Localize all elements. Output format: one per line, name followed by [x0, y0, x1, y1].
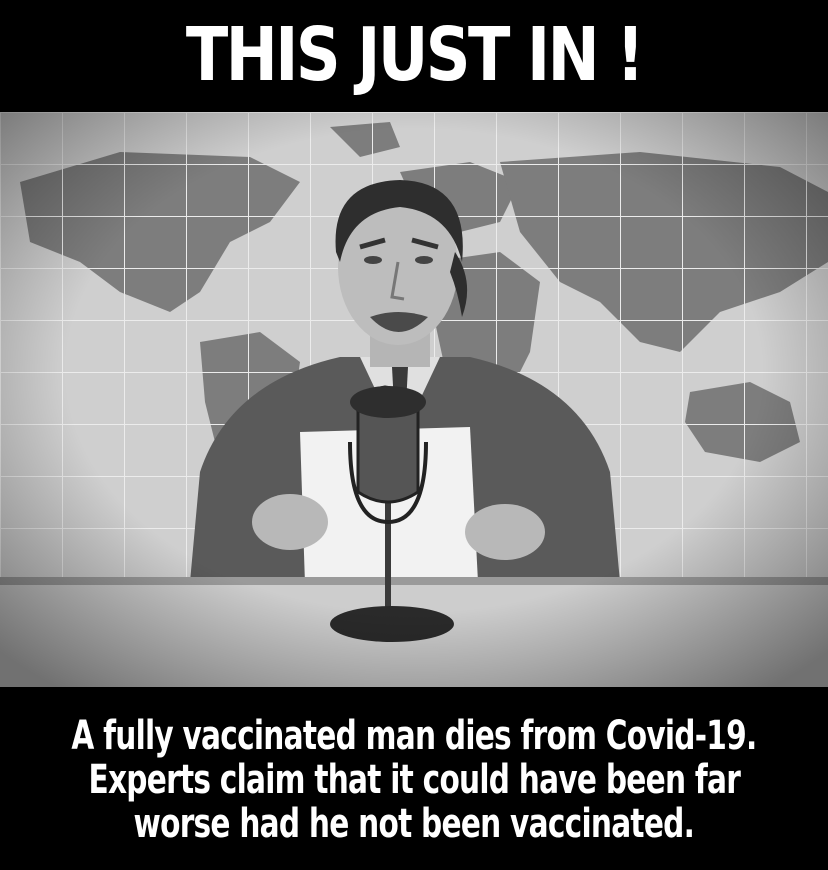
headline-banner: THIS JUST IN ! — [66, 0, 762, 110]
news-anchor-photo — [0, 112, 828, 687]
caption-line-2: Experts claim that it could have been fa… — [88, 757, 740, 803]
headline-text: THIS JUST IN ! — [185, 12, 645, 98]
caption-line-1: A fully vaccinated man dies from Covid-1… — [71, 713, 757, 759]
caption-line-3: worse had he not been vaccinated. — [133, 801, 695, 847]
meme-image: THIS JUST IN ! A fully vaccinated man di… — [0, 0, 828, 870]
news-anchor-illustration — [0, 112, 828, 687]
caption-block: A fully vaccinated man dies from Covid-1… — [0, 690, 828, 870]
